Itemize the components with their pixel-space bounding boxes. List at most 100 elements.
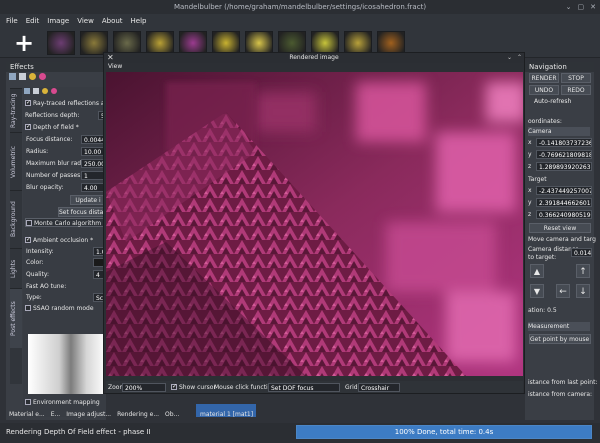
to-target-label: to target:: [528, 254, 557, 261]
blur-opacity-label: Blur opacity:: [26, 184, 64, 191]
camera-y-field[interactable]: -0.76962180981862: [536, 150, 592, 159]
redo-button[interactable]: REDO: [561, 85, 591, 95]
focus-distance-label: Focus distance:: [26, 136, 73, 143]
target-y-field[interactable]: 2.39184466260181: [536, 198, 592, 207]
load-icon[interactable]: [9, 73, 16, 80]
palette-icon[interactable]: [51, 88, 57, 94]
tab-rendering-engine[interactable]: Rendering e...: [117, 411, 159, 418]
tab-image-adjust[interactable]: Image adjust...: [66, 411, 111, 418]
monte-carlo-checkbox[interactable]: Monte Carlo algorithm: [25, 218, 106, 227]
close-icon[interactable]: ✕: [590, 0, 596, 14]
render-canvas[interactable]: [106, 72, 523, 376]
arrow-up-icon[interactable]: ↑: [576, 264, 590, 278]
preset-thumbnail[interactable]: [47, 31, 75, 55]
effects-subtoolbar: [24, 88, 74, 97]
checkbox-icon: [26, 219, 32, 226]
tab-material-editor[interactable]: Material e...: [9, 411, 45, 418]
camera-z-field[interactable]: 1.28989392026376: [536, 162, 592, 171]
minimize-icon[interactable]: ⌄: [507, 53, 512, 63]
arrow-up-icon[interactable]: ▲: [530, 264, 544, 278]
save-icon[interactable]: [33, 88, 39, 94]
tab-volumetric[interactable]: Volumetric: [10, 132, 22, 190]
tab-ray-tracing[interactable]: Ray-tracing: [10, 88, 22, 132]
color-label: Color:: [26, 259, 44, 266]
set-focus-button[interactable]: Set focus distance: [58, 207, 106, 217]
minimize-icon[interactable]: ⌄: [566, 0, 572, 14]
measurement-header: Measurement: [528, 322, 590, 331]
camera-distance-field[interactable]: 0.014: [571, 248, 592, 257]
dof-checkbox[interactable]: Depth of field *: [25, 122, 79, 132]
get-point-button[interactable]: Get point by mouse poi: [529, 334, 591, 344]
menu-view[interactable]: View: [77, 14, 94, 28]
menu-file[interactable]: File: [6, 14, 18, 28]
arrow-down-icon[interactable]: ↓: [576, 284, 590, 298]
check-icon: [25, 98, 31, 107]
dof-label: Depth of field *: [33, 124, 79, 131]
menu-bar: File Edit Image View About Help: [0, 14, 600, 28]
window-title-bar: Mandelbulber (/home/graham/mandelbulber/…: [0, 0, 600, 14]
ao-label: Ambient occlusion *: [33, 237, 94, 244]
tab-post-effects[interactable]: Post effects: [10, 288, 22, 348]
add-preset-button[interactable]: +: [12, 31, 36, 56]
render-button[interactable]: RENDER: [529, 73, 559, 83]
maximize-icon[interactable]: ▢: [578, 0, 585, 14]
rotation-label: ation: 0.5: [528, 307, 557, 314]
undo-icon[interactable]: [29, 73, 36, 80]
menu-about[interactable]: About: [102, 14, 123, 28]
undo-icon[interactable]: [42, 88, 48, 94]
bottom-tab-bar: Material e... E... Image adjust... Rende…: [6, 408, 186, 420]
coordinates-label: oordinates:: [528, 118, 562, 125]
camera-x-field[interactable]: -0.14180373723640: [536, 138, 592, 147]
target-z-field[interactable]: 0.36624098051969: [536, 210, 592, 219]
ssao-checkbox[interactable]: SSAO random mode: [25, 304, 94, 313]
undo-button[interactable]: UNDO: [529, 85, 559, 95]
material-label: material 1 [mat1]: [200, 411, 254, 418]
cam-z-label: z: [528, 163, 532, 170]
menu-image[interactable]: Image: [47, 14, 69, 28]
env-mapping-checkbox[interactable]: Environment mapping: [25, 398, 100, 407]
rendered-image-title: Rendered image: [289, 54, 339, 61]
tgt-y-label: y: [528, 199, 532, 206]
tab-e[interactable]: E...: [51, 411, 61, 418]
ao-checkbox[interactable]: Ambient occlusion *: [25, 235, 94, 245]
fast-ao-label: Fast AO tune:: [26, 283, 67, 290]
menu-edit[interactable]: Edit: [26, 14, 40, 28]
camera-header: Camera: [528, 127, 590, 136]
ssao-label: SSAO random mode: [33, 305, 94, 312]
menu-help[interactable]: Help: [131, 14, 147, 28]
check-icon: [25, 122, 31, 131]
grid-select[interactable]: Crosshair: [358, 383, 400, 392]
arrow-down-icon[interactable]: ▼: [530, 284, 544, 298]
view-menu[interactable]: View: [108, 63, 122, 71]
show-cursor-checkbox[interactable]: Show cursor: [171, 382, 216, 392]
cam-x-label: x: [528, 139, 532, 146]
radius-label: Radius:: [26, 148, 49, 155]
intensity-label: Intensity:: [26, 248, 54, 255]
autorefresh-checkbox[interactable]: Auto-refresh: [534, 97, 571, 106]
material-item[interactable]: material 1 [mat1]: [196, 404, 256, 418]
tab-lights[interactable]: Lights: [10, 248, 22, 288]
quality-label: Quality:: [26, 271, 50, 278]
monte-carlo-label: Monte Carlo algorithm: [34, 220, 102, 227]
effects-title: Effects: [6, 62, 106, 72]
update-button[interactable]: Update i: [70, 195, 106, 205]
target-x-field[interactable]: -2.43744925700775: [536, 186, 592, 195]
mouse-click-select[interactable]: Set DOF focus: [268, 383, 340, 392]
tab-background[interactable]: Background: [10, 190, 22, 248]
tab-ob[interactable]: Ob...: [165, 411, 179, 418]
arrow-left-icon[interactable]: ←: [556, 284, 570, 298]
move-camera-label: Move camera and targ: [528, 236, 596, 243]
tgt-z-label: z: [528, 211, 532, 218]
effects-toolbar: [9, 73, 59, 83]
fractal-render: [106, 72, 523, 376]
close-icon[interactable]: ✕: [107, 53, 114, 63]
stop-button[interactable]: STOP: [561, 73, 591, 83]
maximize-icon[interactable]: ⌃: [517, 53, 522, 63]
effects-vertical-tabs: Ray-tracing Volumetric Background Lights…: [10, 88, 22, 384]
palette-icon[interactable]: [39, 73, 46, 80]
zoom-select[interactable]: 200%: [122, 383, 166, 392]
load-icon[interactable]: [24, 88, 30, 94]
navigation-title: Navigation: [525, 62, 594, 72]
save-icon[interactable]: [19, 73, 26, 80]
reset-view-button[interactable]: Reset view: [529, 223, 591, 233]
